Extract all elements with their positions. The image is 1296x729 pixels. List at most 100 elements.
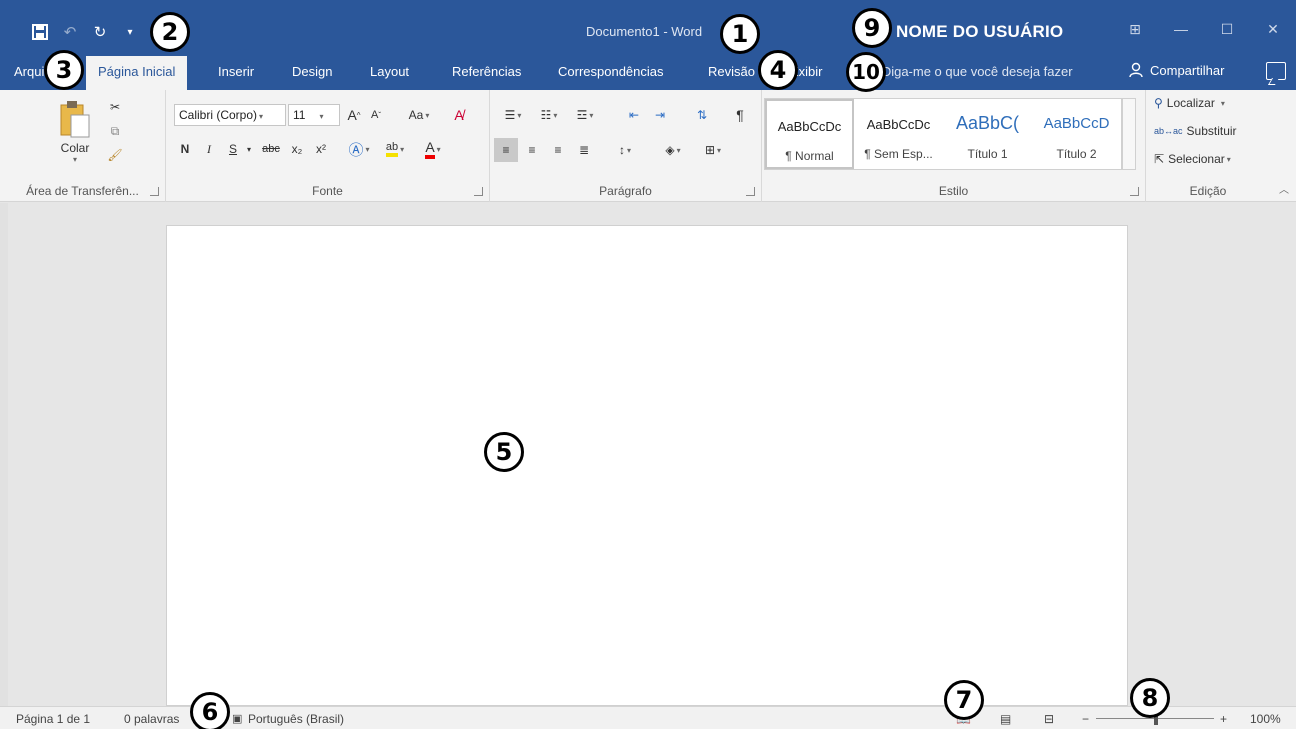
select-button[interactable]: ⇱ Selecionar ▾ [1154,152,1231,166]
align-left-icon[interactable]: ≡ [494,138,518,162]
close-icon[interactable]: ✕ [1250,14,1296,44]
text-effects-icon[interactable]: Ⓐ ▾ [344,138,374,160]
maximize-icon[interactable]: ☐ [1204,14,1250,44]
clear-formatting-icon[interactable]: A̸ [448,104,470,126]
customize-qat-icon[interactable]: ▾ [120,22,140,42]
underline-dropdown-icon[interactable]: ▾ [244,138,254,160]
tell-me-text: Diga-me o que você deseja fazer [881,64,1073,79]
replace-icon: ab↔ac [1154,126,1183,136]
style-titulo-2[interactable]: AaBbCcD Título 2 [1032,99,1121,169]
ribbon: Colar ▾ ✂ ⧉ 🖌 Área de Transferên... Cali… [0,90,1296,202]
tab-correspondencias[interactable]: Correspondências [558,62,664,90]
decrease-indent-icon[interactable]: ⇤ [622,104,646,126]
user-name[interactable]: NOME DO USUÁRIO [896,22,1063,42]
paste-icon [60,100,90,137]
tab-referencias[interactable]: Referências [452,62,521,90]
styles-gallery: AaBbCcDc ¶ Normal AaBbCcDc ¶ Sem Esp... … [764,98,1122,170]
window-controls: ⊞ — ☐ ✕ [1112,14,1296,44]
justify-icon[interactable]: ≣ [572,138,596,162]
comments-icon[interactable] [1266,62,1286,80]
document-page[interactable] [166,225,1128,706]
ribbon-tabs: Arquivo Página Inicial Inserir Design La… [0,54,1296,90]
superscript-button[interactable]: x² [310,138,332,160]
tab-inserir[interactable]: Inserir [218,62,254,90]
font-name-combo[interactable]: Calibri (Corpo) ▾ [174,104,286,126]
font-size-combo[interactable]: 11 ▾ [288,104,340,126]
share-label: Compartilhar [1150,62,1225,78]
proofing-icon[interactable]: ▣ [232,712,242,725]
bullets-icon[interactable]: ☰ ▾ [496,104,530,126]
replace-button[interactable]: ab↔ac Substituir [1154,124,1237,138]
clipboard-launcher-icon[interactable] [150,187,159,196]
borders-icon[interactable]: ⊞ ▾ [696,138,730,162]
copy-icon[interactable]: ⧉ [104,120,126,142]
share-button[interactable]: Compartilhar [1128,62,1224,78]
clipboard-group-label: Área de Transferên... [26,184,139,198]
title-bar: ↶ ↻ ▾ Documento1 - Word NOME DO USUÁRIO … [0,0,1296,54]
find-icon: ⚲ [1154,96,1163,110]
paste-button[interactable]: Colar ▾ [50,96,100,166]
page-count[interactable]: Página 1 de 1 [16,712,90,726]
tell-me-search[interactable]: 💡 Diga-me o que você deseja fazer [862,64,1073,80]
style-normal[interactable]: AaBbCcDc ¶ Normal [765,99,854,169]
cut-icon[interactable]: ✂ [104,96,126,118]
styles-gallery-scroll[interactable] [1122,98,1136,170]
increase-indent-icon[interactable]: ⇥ [648,104,672,126]
font-color-icon[interactable]: A ▾ [416,138,450,160]
style-sem-espacamento[interactable]: AaBbCcDc ¶ Sem Esp... [854,99,943,169]
word-count[interactable]: 0 palavras [124,712,179,726]
tab-layout[interactable]: Layout [370,62,409,90]
italic-button[interactable]: I [198,138,220,160]
language[interactable]: Português (Brasil) [248,712,344,726]
quick-access-toolbar: ↶ ↻ ▾ [30,22,140,42]
document-title: Documento1 - Word [586,24,703,39]
zoom-level[interactable]: 100% [1250,712,1281,726]
left-edge-bar [0,203,8,706]
editing-group: ⚲ Localizar ▾ ab↔ac Substituir ⇱ Selecion… [1146,90,1270,202]
save-icon[interactable] [30,22,50,42]
callout-1: 1 [720,14,760,54]
highlight-color-icon[interactable]: ab ▾ [378,138,412,160]
web-layout-icon[interactable]: ⊟ [1044,712,1054,726]
grow-font-icon[interactable]: A ^ [344,104,364,126]
align-center-icon[interactable]: ≡ [520,138,544,162]
shading-icon[interactable]: ◈ ▾ [656,138,690,162]
person-icon [1129,62,1143,78]
strikethrough-button[interactable]: abc [258,138,284,160]
tab-design[interactable]: Design [292,62,332,90]
zoom-in-icon[interactable]: + [1220,712,1227,726]
ribbon-display-icon[interactable]: ⊞ [1112,14,1158,44]
tab-pagina-inicial[interactable]: Página Inicial [86,56,188,90]
redo-icon[interactable]: ↻ [90,22,110,42]
format-painter-icon[interactable]: 🖌 [104,144,126,166]
callout-9: 9 [852,8,892,48]
subscript-button[interactable]: x₂ [286,138,308,160]
style-titulo-1[interactable]: AaBbC( Título 1 [943,99,1032,169]
minimize-icon[interactable]: — [1158,14,1204,44]
numbering-icon[interactable]: ☷ ▾ [532,104,566,126]
print-layout-icon[interactable]: ▤ [1000,712,1011,726]
change-case-button[interactable]: Aa ▾ [402,104,436,126]
styles-launcher-icon[interactable] [1130,187,1139,196]
multilevel-list-icon[interactable]: ☲ ▾ [568,104,602,126]
undo-icon[interactable]: ↶ [60,22,80,42]
paragraph-launcher-icon[interactable] [746,187,755,196]
find-button[interactable]: ⚲ Localizar ▾ [1154,96,1225,110]
sort-icon[interactable]: ⇅ [690,104,714,126]
font-launcher-icon[interactable] [474,187,483,196]
cursor-arrow-icon: ⇱ [1154,152,1165,166]
underline-button[interactable]: S [222,138,244,160]
show-formatting-button[interactable]: ¶ [728,104,752,126]
callout-3: 3 [44,50,84,90]
callout-6: 6 [190,692,230,729]
bold-button[interactable]: N [174,138,196,160]
collapse-ribbon-icon[interactable]: ︿ [1276,180,1292,196]
shrink-font-icon[interactable]: Aˇ [366,104,386,126]
paste-label: Colar [60,140,90,155]
callout-8: 8 [1130,678,1170,718]
line-spacing-icon[interactable]: ↕ ▾ [608,138,642,162]
callout-7: 7 [944,680,984,720]
align-right-icon[interactable]: ≡ [546,138,570,162]
tab-revisao[interactable]: Revisão [708,62,755,90]
zoom-out-icon[interactable]: − [1082,712,1089,726]
